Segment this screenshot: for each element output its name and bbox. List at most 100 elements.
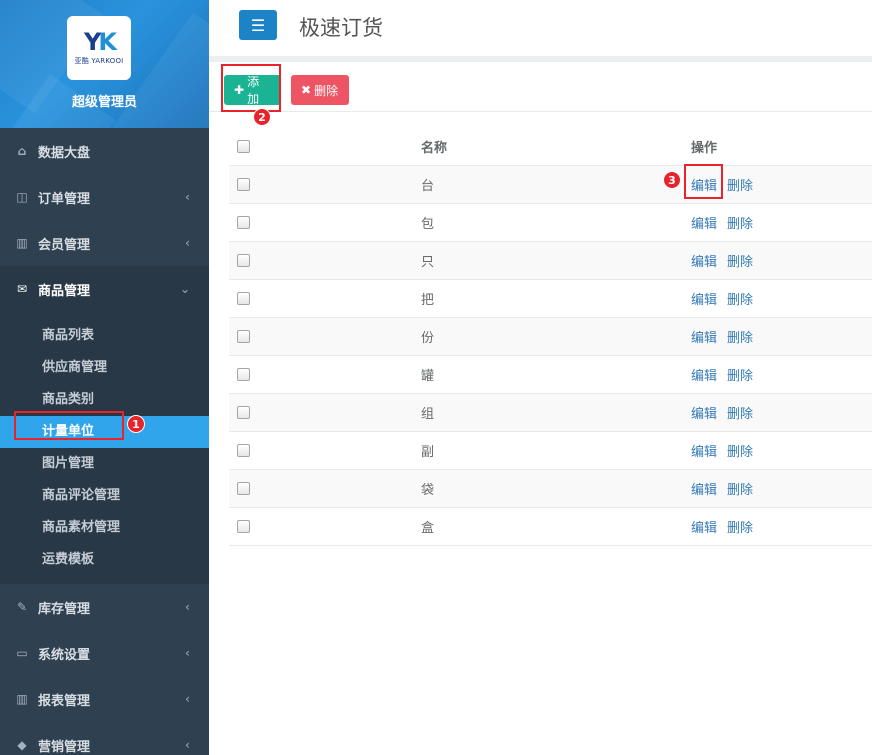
unit-name: 袋 (421, 469, 691, 508)
bar-chart-icon: ▥ (16, 236, 28, 250)
edit-link[interactable]: 编辑 (691, 293, 717, 308)
delete-link[interactable]: 删除 (727, 179, 753, 194)
delete-link[interactable]: 删除 (727, 255, 753, 270)
sidebar-item-b0[interactable]: ✎ 库存管理 ‹ (0, 584, 209, 630)
edit-link[interactable]: 编辑 (691, 521, 717, 536)
sidebar-item-b2[interactable]: ▥ 报表管理 ‹ (0, 676, 209, 722)
unit-name: 只 (421, 241, 691, 280)
actions-cell: 编辑 删除 (691, 431, 872, 470)
delete-link[interactable]: 删除 (727, 407, 753, 422)
unit-name: 罐 (421, 355, 691, 394)
chevron-icon: ⌄ (179, 282, 190, 296)
sidebar-item-label: 系统设置 (38, 647, 91, 663)
submenu-item[interactable]: 图片管理 (0, 448, 209, 480)
home-icon: ⌂ (17, 144, 27, 158)
sidebar-item-2[interactable]: ▥ 会员管理 ‹ (0, 220, 209, 266)
close-icon: ✖ (301, 83, 312, 97)
row-checkbox[interactable] (237, 253, 250, 267)
sidebar-item-b1[interactable]: ▭ 系统设置 ‹ (0, 630, 209, 676)
delete-link[interactable]: 删除 (727, 483, 753, 498)
edit-link[interactable]: 编辑 (691, 369, 717, 384)
row-checkbox[interactable] (237, 481, 250, 495)
table-row: 只编辑 删除 (229, 241, 872, 280)
row-checkbox[interactable] (237, 405, 250, 419)
edit-link[interactable]: 编辑 (691, 255, 717, 270)
row-checkbox[interactable] (237, 519, 250, 533)
delete-link[interactable]: 删除 (727, 293, 753, 308)
row-checkbox[interactable] (237, 367, 250, 381)
checkbox-cell (229, 203, 421, 242)
submenu-item[interactable]: 运费模板 (0, 544, 209, 576)
edit-icon: ✎ (16, 600, 28, 614)
table-row: 包编辑 删除 (229, 203, 872, 242)
delete-link[interactable]: 删除 (727, 521, 753, 536)
unit-name: 组 (421, 393, 691, 432)
unit-name: 盒 (421, 507, 691, 546)
delete-button[interactable]: ✖ 删除 (291, 75, 349, 105)
company-logo[interactable]: YK 亚酷 YARKOOI (67, 16, 131, 80)
unit-name: 份 (421, 317, 691, 356)
table-row: 台编辑 删除 (229, 165, 872, 204)
highlight-edit-link (684, 164, 723, 199)
delete-link[interactable]: 删除 (727, 369, 753, 384)
row-checkbox[interactable] (237, 177, 250, 191)
sidebar-item-0[interactable]: ⌂ 数据大盘 (0, 128, 209, 174)
checkbox-cell (229, 507, 421, 546)
row-checkbox[interactable] (237, 329, 250, 343)
chevron-icon: ‹ (185, 692, 190, 706)
chevron-icon: ‹ (185, 190, 190, 204)
hamburger-icon: ☰ (250, 15, 266, 35)
sidebar-item-label: 会员管理 (38, 237, 91, 253)
sidebar-item-3[interactable]: ✉ 商品管理 ⌄ (0, 266, 209, 312)
edit-link[interactable]: 编辑 (691, 483, 717, 498)
actions-cell: 编辑 删除 (691, 469, 872, 508)
sidebar: YK 亚酷 YARKOOI 超级管理员 ⌂ 数据大盘 ◫ 订单管理 ‹ ▥ 会员管理 ‹ ✉ 商品… (0, 0, 209, 755)
delete-link[interactable]: 删除 (727, 331, 753, 346)
table-row: 袋编辑 删除 (229, 469, 872, 508)
checkbox-cell (229, 355, 421, 394)
delete-link[interactable]: 删除 (727, 217, 753, 232)
chevron-icon: ‹ (185, 646, 190, 660)
highlight-add-button (221, 64, 281, 112)
actions-cell: 编辑 删除 (691, 279, 872, 318)
sidebar-item-label: 库存管理 (38, 601, 91, 617)
submenu-item[interactable]: 商品素材管理 (0, 512, 209, 544)
sidebar-item-label: 数据大盘 (38, 145, 91, 161)
checkbox-cell (229, 431, 421, 470)
sidebar-item-1[interactable]: ◫ 订单管理 ‹ (0, 174, 209, 220)
edit-link[interactable]: 编辑 (691, 407, 717, 422)
delete-link[interactable]: 删除 (727, 445, 753, 460)
desktop-icon: ▭ (16, 646, 28, 660)
sidebar-item-label: 营销管理 (38, 739, 91, 755)
submenu-item[interactable]: 商品评论管理 (0, 480, 209, 512)
chevron-icon: ‹ (185, 600, 190, 614)
select-all-checkbox[interactable] (237, 139, 250, 153)
row-checkbox[interactable] (237, 443, 250, 457)
submenu-products: 商品列表 供应商管理 商品类别 计量单位 图片管理 商品评论管理 商品素材管理 运费模板 (0, 312, 209, 584)
row-checkbox[interactable] (237, 291, 250, 305)
toolbar: ✚ 添加 ✖ 删除 (209, 62, 872, 112)
submenu-item[interactable]: 供应商管理 (0, 352, 209, 384)
chevron-icon: ‹ (185, 738, 190, 752)
menu-toggle-button[interactable]: ☰ (239, 10, 277, 40)
sidebar-item-b3[interactable]: ◆ 营销管理 ‹ (0, 722, 209, 755)
logo-text: 亚酷 YARKOOI (74, 57, 124, 65)
delete-button-label: 删除 (314, 83, 339, 98)
tag-icon: ◆ (17, 738, 27, 752)
table-row: 罐编辑 删除 (229, 355, 872, 394)
topbar: ☰ 极速订货 (209, 0, 872, 56)
submenu-item[interactable]: 商品列表 (0, 320, 209, 352)
checkbox-cell (229, 469, 421, 508)
table-row: 把编辑 删除 (229, 279, 872, 318)
columns-icon: ◫ (16, 190, 28, 204)
actions-header: 操作 (691, 128, 872, 166)
row-checkbox[interactable] (237, 215, 250, 229)
sidebar-menu-bottom: ✎ 库存管理 ‹ ▭ 系统设置 ‹ ▥ 报表管理 ‹ ◆ 营销管理 ‹ (0, 584, 209, 755)
user-role: 超级管理员 (71, 95, 137, 110)
checkbox-cell (229, 241, 421, 280)
chevron-icon: ‹ (185, 236, 190, 250)
edit-link[interactable]: 编辑 (691, 445, 717, 460)
edit-link[interactable]: 编辑 (691, 217, 717, 232)
edit-link[interactable]: 编辑 (691, 331, 717, 346)
table-row: 盒编辑 删除 (229, 507, 872, 546)
